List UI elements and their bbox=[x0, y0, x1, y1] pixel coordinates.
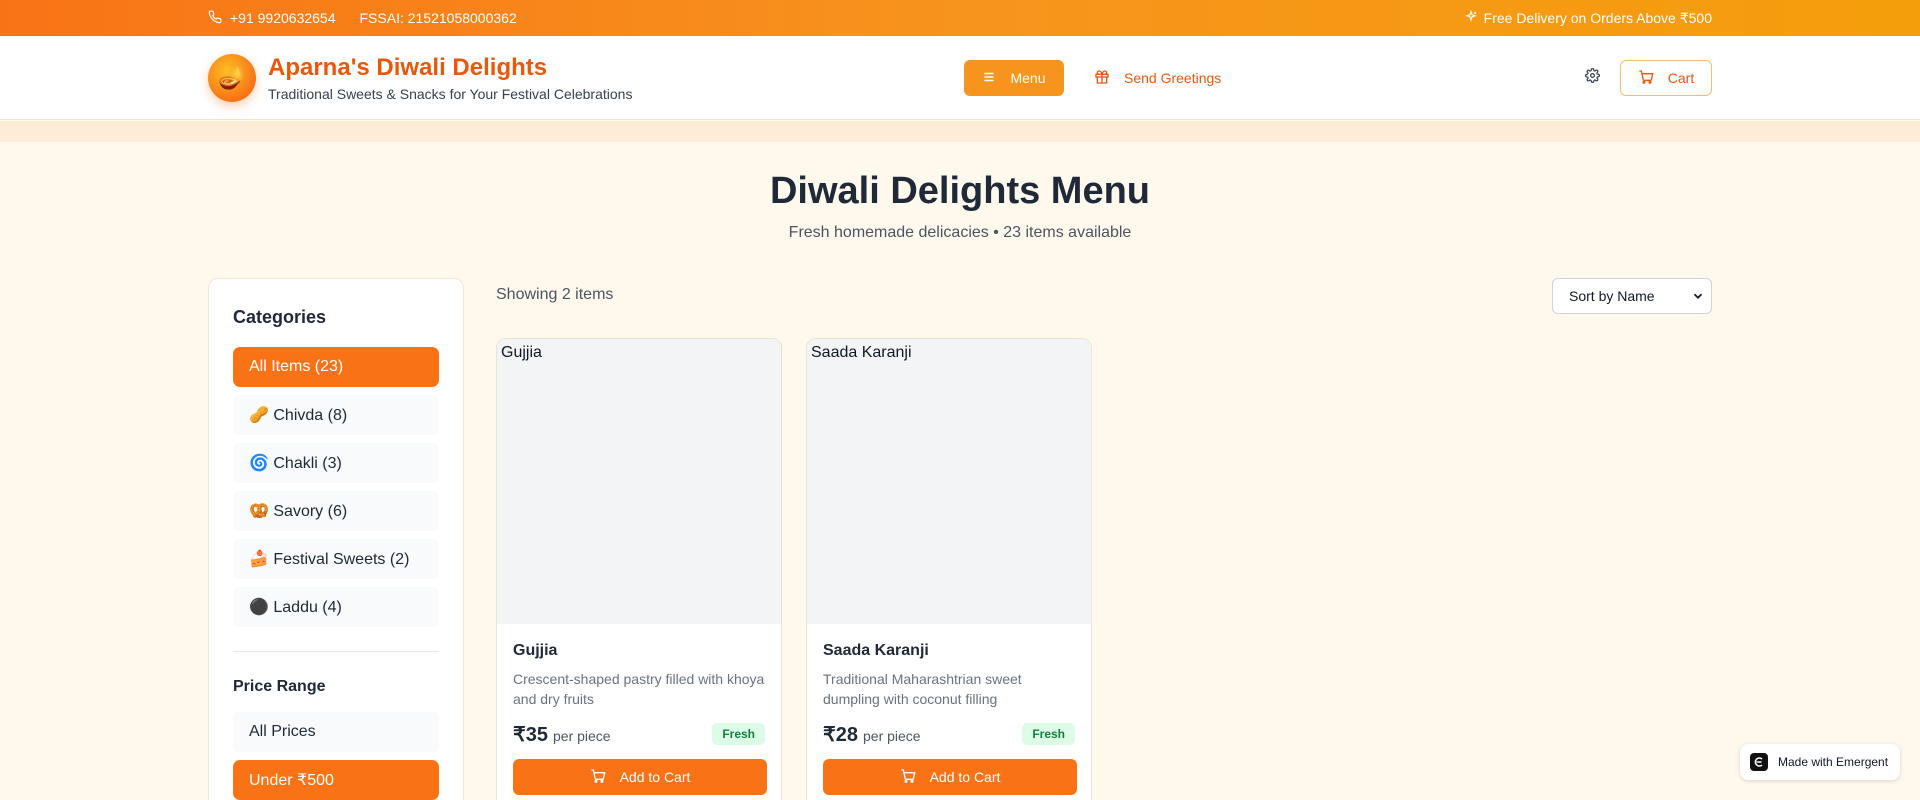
product-unit: per piece bbox=[553, 728, 611, 744]
cart-icon bbox=[1638, 69, 1654, 88]
cart-icon bbox=[590, 768, 606, 787]
category-chivda[interactable]: 🥜 Chivda (8) bbox=[233, 395, 439, 435]
price-all[interactable]: All Prices bbox=[233, 712, 439, 752]
top-info-bar: +91 9920632654 FSSAI: 21521058000362 Fre… bbox=[0, 0, 1920, 36]
product-name[interactable]: Gujjia bbox=[513, 642, 557, 660]
hamburger-icon bbox=[982, 70, 996, 87]
category-chakli[interactable]: 🌀 Chakli (3) bbox=[233, 443, 439, 483]
fresh-badge: Fresh bbox=[1022, 723, 1075, 745]
sort-select[interactable]: Sort by Name bbox=[1552, 278, 1712, 314]
made-with-emergent-badge[interactable]: Made with Emergent bbox=[1740, 744, 1900, 780]
decorative-stripe bbox=[0, 121, 1920, 142]
sort-selected-value: Sort by Name bbox=[1569, 288, 1655, 304]
gift-icon bbox=[1094, 69, 1110, 88]
category-laddu[interactable]: ⚫ Laddu (4) bbox=[233, 587, 439, 627]
product-name[interactable]: Saada Karanji bbox=[823, 642, 929, 660]
product-description: Crescent-shaped pastry filled with khoya… bbox=[513, 671, 765, 707]
send-greetings-label: Send Greetings bbox=[1124, 70, 1222, 86]
price-range-heading: Price Range bbox=[233, 678, 326, 695]
product-price: ₹28 bbox=[823, 724, 858, 746]
page-subtitle: Fresh homemade delicacies • 23 items ava… bbox=[788, 224, 1132, 241]
settings-button[interactable] bbox=[1580, 66, 1604, 90]
chevron-down-icon bbox=[1691, 289, 1705, 306]
categories-heading: Categories bbox=[233, 307, 327, 327]
menu-button-label: Menu bbox=[1010, 70, 1046, 86]
brand-title[interactable]: Aparna's Diwali Delights bbox=[268, 54, 547, 82]
contact-phone[interactable]: +91 9920632654 bbox=[208, 10, 336, 27]
brand-tagline: Traditional Sweets & Snacks for Your Fes… bbox=[268, 86, 633, 102]
made-with-emergent-label: Made with Emergent bbox=[1778, 755, 1889, 769]
add-to-cart-label: Add to Cart bbox=[929, 769, 1001, 785]
product-image[interactable]: Gujjia bbox=[497, 339, 781, 624]
broken-image-icon bbox=[497, 342, 499, 363]
fresh-badge: Fresh bbox=[712, 723, 765, 745]
category-all-items[interactable]: All Items (23) bbox=[233, 347, 439, 387]
send-greetings-button[interactable]: Send Greetings bbox=[1094, 60, 1221, 96]
product-card[interactable]: Saada Karanji Saada Karanji Traditional … bbox=[806, 338, 1092, 800]
broken-image-placeholder: Saada Karanji bbox=[807, 342, 912, 363]
product-image-alt: Saada Karanji bbox=[811, 343, 912, 361]
cart-icon bbox=[900, 768, 916, 787]
sparkle-icon bbox=[1464, 9, 1478, 27]
emergent-logo-icon bbox=[1750, 753, 1768, 771]
product-unit: per piece bbox=[863, 728, 921, 744]
product-description: Traditional Maharashtrian sweet dumpling… bbox=[823, 671, 1022, 707]
delivery-text: Free Delivery on Orders Above ₹500 bbox=[1483, 9, 1712, 26]
menu-button[interactable]: Menu bbox=[964, 60, 1064, 96]
gear-icon bbox=[1584, 68, 1600, 88]
product-image-alt: Gujjia bbox=[501, 343, 542, 361]
product-card[interactable]: Gujjia Gujjia Crescent-shaped pastry fil… bbox=[496, 338, 782, 800]
fssai-number: FSSAI: 21521058000362 bbox=[359, 10, 517, 26]
phone-number: +91 9920632654 bbox=[230, 10, 336, 26]
category-festival-sweets[interactable]: 🍰 Festival Sweets (2) bbox=[233, 539, 439, 579]
site-header: 🪔 Aparna's Diwali Delights Traditional S… bbox=[0, 36, 1920, 120]
filter-sidebar: Categories All Items (23) 🥜 Chivda (8) 🌀… bbox=[208, 278, 464, 800]
category-savory[interactable]: 🥨 Savory (6) bbox=[233, 491, 439, 531]
product-price: ₹35 bbox=[513, 724, 548, 746]
cart-button[interactable]: Cart bbox=[1620, 60, 1712, 96]
product-image[interactable]: Saada Karanji bbox=[807, 339, 1091, 624]
add-to-cart-label: Add to Cart bbox=[619, 769, 691, 785]
add-to-cart-button[interactable]: Add to Cart bbox=[513, 759, 767, 795]
cart-label: Cart bbox=[1667, 70, 1695, 86]
page-title: Diwali Delights Menu bbox=[769, 170, 1151, 212]
price-under-500[interactable]: Under ₹500 bbox=[233, 760, 439, 800]
results-count: Showing 2 items bbox=[496, 286, 614, 303]
sidebar-divider bbox=[233, 651, 439, 652]
broken-image-icon bbox=[807, 342, 809, 363]
add-to-cart-button[interactable]: Add to Cart bbox=[823, 759, 1077, 795]
phone-icon bbox=[208, 10, 222, 27]
broken-image-placeholder: Gujjia bbox=[497, 342, 542, 363]
delivery-notice: Free Delivery on Orders Above ₹500 bbox=[1464, 9, 1712, 27]
diya-icon[interactable]: 🪔 bbox=[208, 54, 256, 102]
